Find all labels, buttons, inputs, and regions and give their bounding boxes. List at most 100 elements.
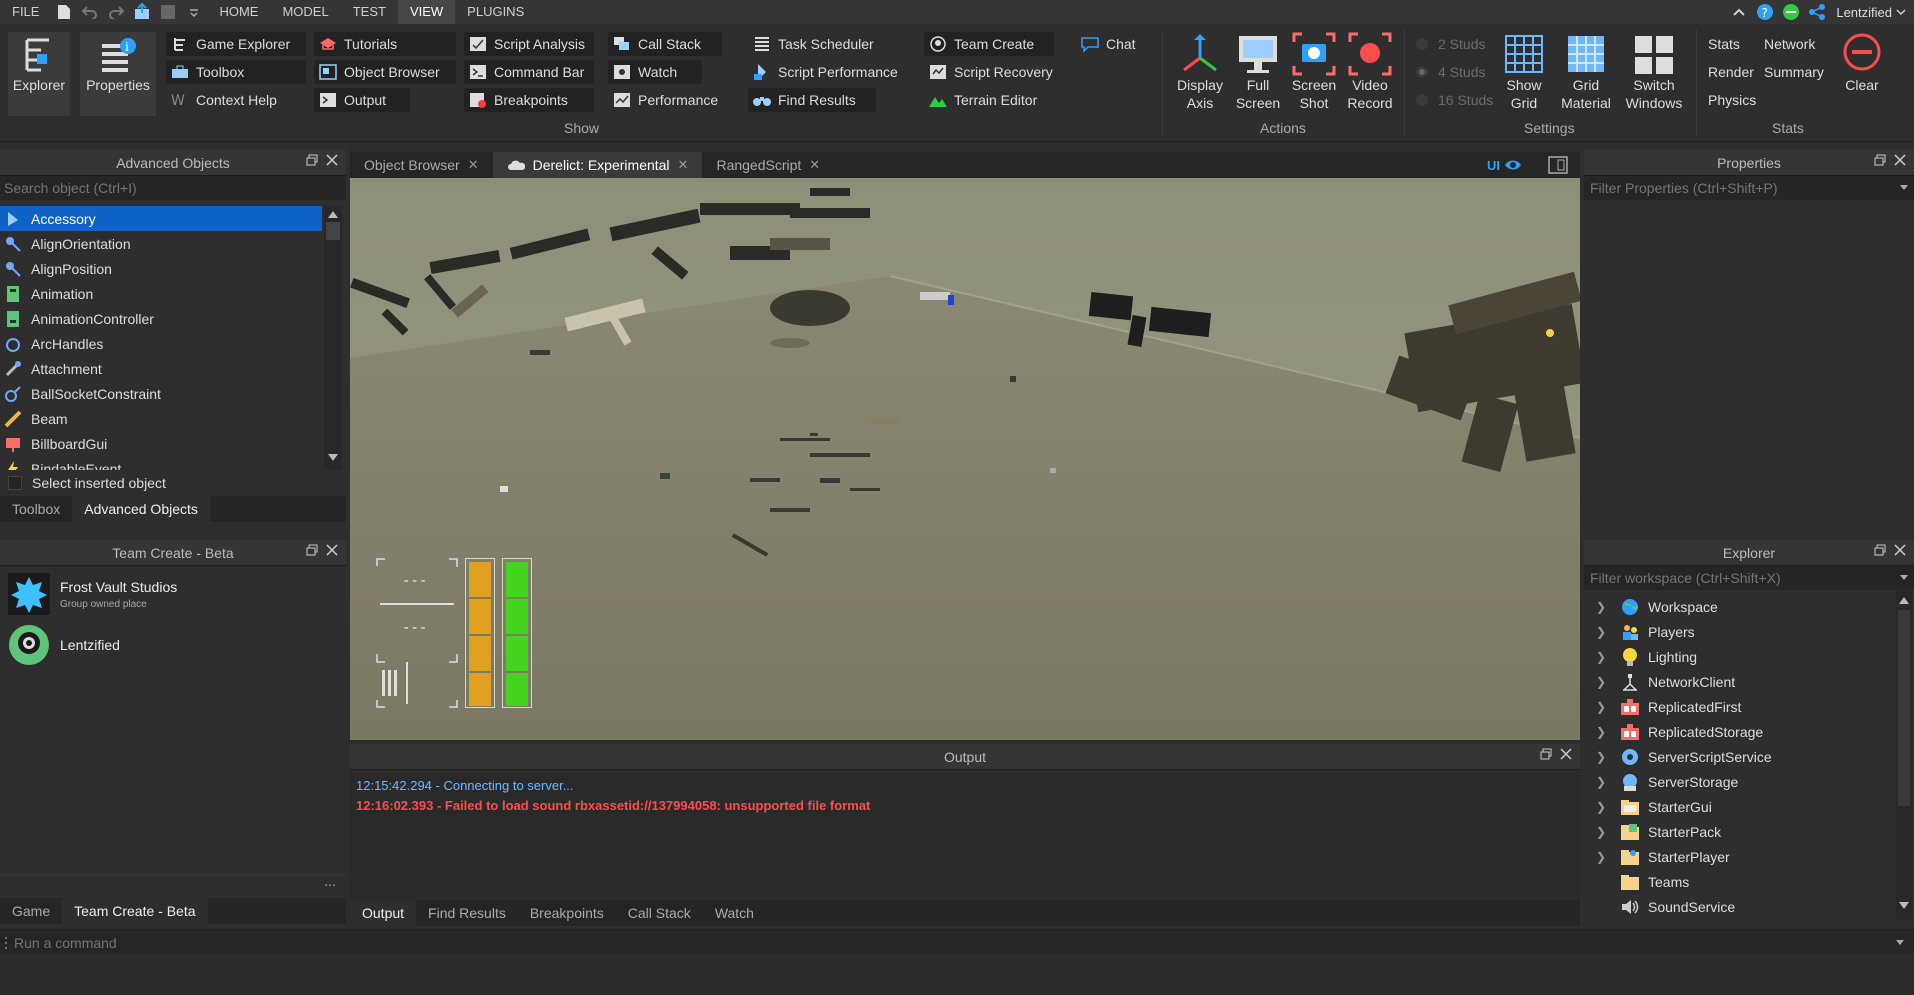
close-icon[interactable] — [326, 154, 338, 166]
chevron-right-icon[interactable]: ❯ — [1596, 775, 1614, 789]
tab-object-browser[interactable]: Object Browser ✕ — [350, 152, 493, 178]
tutorials-button[interactable]: Tutorials — [314, 32, 456, 56]
chevron-right-icon[interactable]: ❯ — [1596, 825, 1614, 839]
list-item[interactable]: Attachment — [0, 356, 346, 381]
tab-advanced-objects[interactable]: Advanced Objects — [72, 496, 210, 522]
find-results-button[interactable]: Find Results — [748, 88, 876, 112]
scroll-up-icon[interactable] — [1899, 596, 1912, 604]
explorer-scrollbar[interactable] — [1896, 590, 1912, 920]
object-browser-button[interactable]: Object Browser — [314, 60, 456, 84]
explorer-filter-input[interactable] — [1584, 566, 1900, 590]
studs-2-radio[interactable]: 2 Studs — [1408, 32, 1488, 56]
tree-item-serverstorage[interactable]: ❯ ServerStorage — [1584, 769, 1914, 794]
float-panel-icon[interactable] — [1874, 154, 1886, 166]
tab-breakpoints[interactable]: Breakpoints — [518, 900, 616, 926]
user-name[interactable]: Lentzified — [1836, 5, 1892, 20]
menu-file[interactable]: FILE — [0, 0, 51, 24]
performance-button[interactable]: Performance — [608, 88, 728, 112]
scroll-up-icon[interactable] — [328, 210, 342, 218]
explorer-button[interactable]: Explorer — [8, 32, 70, 116]
tree-item-startergui[interactable]: ❯ StarterGui — [1584, 794, 1914, 819]
studs-4-radio[interactable]: 4 Studs — [1408, 60, 1488, 84]
customize-quick-access-icon[interactable] — [184, 2, 204, 22]
tree-item-serverscriptservice[interactable]: ❯ ServerScriptService — [1584, 744, 1914, 769]
list-item[interactable]: BindableEvent — [0, 456, 346, 470]
properties-button[interactable]: i Properties — [80, 32, 156, 116]
tab-call-stack[interactable]: Call Stack — [616, 900, 703, 926]
output-button[interactable]: Output — [314, 88, 410, 112]
chevron-right-icon[interactable]: ❯ — [1596, 675, 1614, 689]
tab-team-create[interactable]: Team Create - Beta — [62, 898, 208, 924]
switch-windows-button[interactable]: Switch Windows — [1618, 32, 1690, 116]
close-icon[interactable] — [326, 544, 338, 556]
filter-dropdown-icon[interactable] — [1900, 185, 1908, 191]
list-item[interactable]: Accessory — [0, 206, 322, 231]
game-explorer-button[interactable]: Game Explorer — [166, 32, 306, 56]
full-screen-button[interactable]: Full Screen — [1230, 32, 1286, 116]
list-item[interactable]: BillboardGui — [0, 431, 346, 456]
scroll-down-icon[interactable] — [328, 454, 338, 462]
redo-icon[interactable] — [106, 2, 126, 22]
chevron-right-icon[interactable]: ❯ — [1596, 850, 1614, 864]
network-button[interactable]: Network — [1760, 32, 1832, 56]
tree-item-players[interactable]: ❯ Players — [1584, 619, 1914, 644]
command-input[interactable] — [14, 934, 1896, 951]
list-item[interactable]: Animation — [0, 281, 346, 306]
scroll-down-icon[interactable] — [1899, 902, 1909, 910]
list-item[interactable]: AnimationController — [0, 306, 346, 331]
chevron-right-icon[interactable]: ❯ — [1596, 725, 1614, 739]
ui-visibility-toggle[interactable]: UI — [1487, 152, 1522, 178]
device-emulator-icon[interactable] — [1548, 152, 1568, 178]
user-dropdown-icon[interactable] — [1896, 8, 1906, 16]
show-grid-button[interactable]: Show Grid — [1496, 32, 1552, 116]
float-panel-icon[interactable] — [306, 544, 318, 556]
tree-item-replicatedfirst[interactable]: ❯ ReplicatedFirst — [1584, 694, 1914, 719]
scrollbar-thumb[interactable] — [326, 222, 340, 240]
close-icon[interactable] — [1894, 154, 1906, 166]
more-icon[interactable]: ... — [324, 874, 336, 896]
menu-view[interactable]: VIEW — [397, 0, 456, 24]
quick-access-box-icon[interactable] — [158, 2, 178, 22]
checkbox-icon[interactable] — [8, 476, 22, 490]
clear-button[interactable]: Clear — [1834, 32, 1890, 116]
undo-icon[interactable] — [80, 2, 100, 22]
tab-watch[interactable]: Watch — [703, 900, 766, 926]
display-axis-button[interactable]: Display Axis — [1172, 32, 1228, 116]
list-item[interactable]: AlignPosition — [0, 256, 346, 281]
list-item[interactable]: AlignOrientation — [0, 231, 346, 256]
float-panel-icon[interactable] — [1874, 544, 1886, 556]
call-stack-button[interactable]: Call Stack — [608, 32, 722, 56]
summary-button[interactable]: Summary — [1760, 60, 1832, 84]
toolbox-button[interactable]: Toolbox — [166, 60, 306, 84]
video-record-button[interactable]: Video Record — [1342, 32, 1398, 116]
filter-dropdown-icon[interactable] — [1900, 575, 1908, 581]
list-item[interactable]: BallSocketConstraint — [0, 381, 346, 406]
script-recovery-button[interactable]: Script Recovery — [924, 60, 1064, 84]
studs-16-radio[interactable]: 16 Studs — [1408, 88, 1494, 112]
menu-model[interactable]: MODEL — [270, 0, 340, 24]
terrain-editor-button[interactable]: Terrain Editor — [924, 88, 1064, 112]
tree-item-networkclient[interactable]: ❯ NetworkClient — [1584, 669, 1914, 694]
new-file-icon[interactable] — [54, 2, 74, 22]
list-item[interactable]: ArcHandles — [0, 331, 346, 356]
object-search-input[interactable] — [0, 176, 346, 200]
list-item[interactable]: Beam — [0, 406, 346, 431]
tree-item-starterplayer[interactable]: ❯ StarterPlayer — [1584, 844, 1914, 869]
menu-plugins[interactable]: PLUGINS — [455, 0, 536, 24]
team-member-row[interactable]: Frost Vault Studios Group owned place — [0, 566, 346, 622]
tab-find-results[interactable]: Find Results — [416, 900, 518, 926]
tab-game[interactable]: Game — [0, 898, 62, 924]
select-inserted-row[interactable]: Select inserted object — [0, 470, 346, 496]
breakpoints-button[interactable]: Breakpoints — [464, 88, 594, 112]
chevron-right-icon[interactable]: ❯ — [1596, 700, 1614, 714]
output-log[interactable]: 12:15:42.294 - Connecting to server... 1… — [350, 770, 1580, 900]
tree-item-starterpack[interactable]: ❯ StarterPack — [1584, 819, 1914, 844]
tree-item-replicatedstorage[interactable]: ❯ ReplicatedStorage — [1584, 719, 1914, 744]
float-panel-icon[interactable] — [306, 154, 318, 166]
team-create-button[interactable]: Team Create — [924, 32, 1054, 56]
watch-button[interactable]: Watch — [608, 60, 702, 84]
close-icon[interactable] — [1560, 748, 1572, 760]
stats-button[interactable]: Stats — [1704, 32, 1754, 56]
close-icon[interactable]: ✕ — [809, 152, 820, 178]
game-viewport[interactable]: --- --- — [350, 178, 1580, 740]
